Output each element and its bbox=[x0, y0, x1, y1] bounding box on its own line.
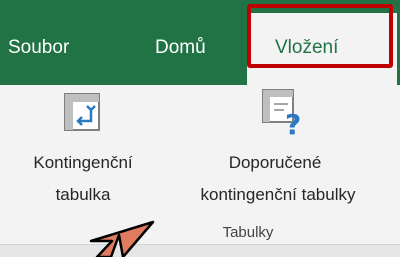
pointer-arrow-icon bbox=[89, 220, 155, 257]
